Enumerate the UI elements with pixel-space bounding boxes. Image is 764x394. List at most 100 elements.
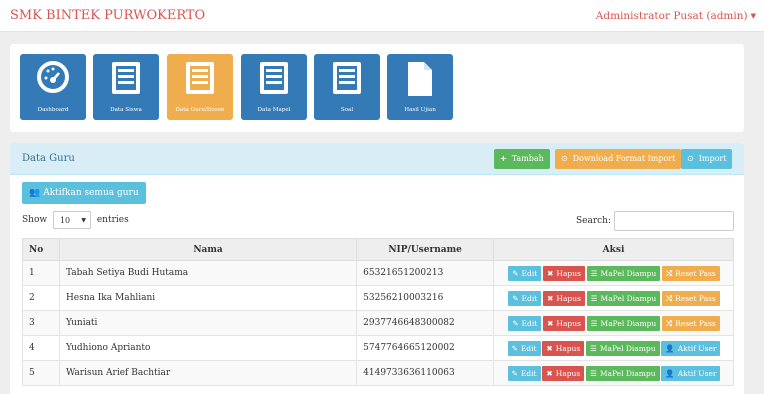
- edit-button[interactable]: ✎ Edit: [507, 340, 541, 356]
- reset-pass-button[interactable]: ⤭ Reset Pass: [662, 265, 720, 281]
- entries-label: entries: [96, 215, 129, 225]
- entries-select[interactable]: 10 ▼: [52, 211, 91, 229]
- import-label: Import: [698, 154, 727, 163]
- mapel-diampu-button[interactable]: ☰ MaPel Diampu: [586, 265, 661, 281]
- aktif-user-button[interactable]: 👤 Aktif User: [661, 365, 721, 381]
- cell-nip: 53256210003216: [356, 285, 495, 311]
- mapel-diampu-button[interactable]: ☰ MaPel Diampu: [586, 365, 660, 381]
- hapus-button[interactable]: ✖ Hapus: [543, 265, 585, 281]
- panel-title: Data Guru: [22, 153, 75, 164]
- list-icon: ☰: [590, 268, 598, 278]
- tile-data-siswa[interactable]: Data Siswa: [93, 54, 159, 120]
- cell-aksi: ✎ Edit ✖ Hapus ☰ MaPel Diampu ⤭ Reset Pass: [493, 285, 734, 311]
- import-button[interactable]: ⊙ Import: [681, 149, 733, 169]
- mapel-label: MaPel Diampu: [599, 343, 656, 353]
- hapus-button[interactable]: ✖ Hapus: [543, 290, 585, 306]
- col-nip[interactable]: NIP/Username: [356, 238, 495, 261]
- random-icon: ⤭: [666, 268, 673, 278]
- edit-button[interactable]: ✎ Edit: [508, 290, 542, 306]
- tile-data-mapel[interactable]: Data Mapel: [241, 54, 307, 120]
- table-row: 2 Hesna Ika Mahliani 53256210003216 ✎ Edi…: [22, 285, 734, 311]
- edit-label: Edit: [520, 368, 537, 378]
- col-aksi: Aksi: [493, 238, 734, 261]
- close-icon: ✖: [546, 343, 553, 353]
- list-icon: [331, 60, 363, 99]
- user-icon: 👤: [665, 368, 675, 378]
- cell-no: 3: [22, 310, 60, 336]
- tile-data-guru[interactable]: Data Guru/Dosen: [167, 54, 233, 120]
- mapel-label: MaPel Diampu: [600, 293, 657, 303]
- chevron-down-icon: ▼: [81, 217, 86, 224]
- cell-no: 1: [22, 260, 60, 286]
- cell-aksi: ✎ Edit ✖ Hapus ☰ MaPel Diampu 👤 Aktif User: [493, 335, 734, 361]
- random-icon: ⤭: [666, 318, 673, 328]
- tile-hasil-ujian[interactable]: Hasil Ujian: [387, 54, 453, 120]
- cell-no: 4: [22, 335, 60, 361]
- mapel-diampu-button[interactable]: ☰ MaPel Diampu: [586, 340, 660, 356]
- download-format-button[interactable]: ⊙ Download Format Import: [555, 149, 682, 169]
- panel-heading: Data Guru + Tambah ⊙ Download Format Impor…: [10, 143, 744, 175]
- plus-icon: +: [500, 154, 507, 163]
- col-no[interactable]: No: [22, 238, 60, 261]
- tile-soal[interactable]: Soal: [314, 54, 380, 120]
- reset-pass-button[interactable]: ⤭ Reset Pass: [662, 315, 720, 331]
- cell-no: 5: [22, 360, 60, 386]
- mapel-diampu-button[interactable]: ☰ MaPel Diampu: [586, 290, 661, 306]
- top-navbar: SMK BINTEK PURWOKERTO Administrator Pusa…: [0, 0, 764, 32]
- search-control: Search:: [576, 211, 734, 231]
- reset-label: Reset Pass: [675, 318, 716, 328]
- tile-dashboard[interactable]: Dashboard: [20, 54, 86, 120]
- search-input[interactable]: [614, 211, 734, 231]
- pencil-icon: ✎: [511, 368, 518, 378]
- user-icon: 👤: [665, 343, 675, 353]
- aktif-user-label: Aktif User: [677, 368, 717, 378]
- hapus-label: Hapus: [556, 318, 581, 328]
- edit-label: Edit: [520, 343, 537, 353]
- cell-nama: Hesna Ika Mahliani: [58, 285, 358, 311]
- edit-button[interactable]: ✎ Edit: [508, 315, 542, 331]
- list-icon: ☰: [590, 318, 598, 328]
- tambah-button[interactable]: + Tambah: [494, 149, 550, 169]
- cell-nip: 4149733636110063: [356, 360, 495, 386]
- tambah-label: Tambah: [511, 154, 544, 163]
- edit-button[interactable]: ✎ Edit: [508, 265, 542, 281]
- cell-nip: 65321651200213: [356, 260, 495, 286]
- download-label: Download Format Import: [572, 154, 676, 163]
- mapel-diampu-button[interactable]: ☰ MaPel Diampu: [586, 315, 661, 331]
- dashboard-icon: [36, 60, 70, 97]
- pencil-icon: ✎: [512, 268, 519, 278]
- tile-label: Soal: [340, 107, 354, 113]
- close-icon: ✖: [546, 368, 553, 378]
- col-nama[interactable]: Nama: [58, 238, 358, 261]
- user-menu[interactable]: Administrator Pusat (admin) ▼: [596, 10, 756, 22]
- aktifkan-semua-guru-button[interactable]: 👥 Aktifkan semua guru: [22, 182, 146, 204]
- aktif-user-label: Aktif User: [677, 343, 717, 353]
- mapel-label: MaPel Diampu: [599, 368, 656, 378]
- hapus-button[interactable]: ✖ Hapus: [542, 365, 585, 381]
- cell-nama: Yuniati: [58, 310, 358, 336]
- hapus-label: Hapus: [556, 293, 581, 303]
- table-row: 5 Warisun Arief Bachtiar 414973363611006…: [22, 360, 734, 386]
- tile-label: Data Siswa: [110, 107, 142, 113]
- search-label: Search:: [575, 216, 611, 226]
- pencil-icon: ✎: [512, 318, 519, 328]
- aktif-user-button[interactable]: 👤 Aktif User: [661, 340, 721, 356]
- mapel-label: MaPel Diampu: [600, 318, 657, 328]
- mapel-label: MaPel Diampu: [600, 268, 657, 278]
- cell-no: 2: [22, 285, 60, 311]
- hapus-button[interactable]: ✖ Hapus: [543, 315, 585, 331]
- table-header-row: No Nama NIP/Username Aksi: [22, 238, 734, 261]
- cell-nama: Warisun Arief Bachtiar: [58, 360, 358, 386]
- hapus-button[interactable]: ✖ Hapus: [542, 340, 585, 356]
- table-row: 3 Yuniati 2937746648300082 ✎ Edit ✖ Hapus …: [22, 310, 734, 336]
- close-icon: ✖: [547, 293, 554, 303]
- cell-nip: 5747764665120002: [356, 335, 495, 361]
- download-icon: ⊙: [561, 154, 568, 163]
- brand-title[interactable]: SMK BINTEK PURWOKERTO: [10, 8, 205, 23]
- list-icon: [110, 60, 142, 99]
- list-icon: ☰: [590, 293, 598, 303]
- reset-pass-button[interactable]: ⤭ Reset Pass: [662, 290, 720, 306]
- random-icon: ⤭: [666, 293, 673, 303]
- menu-tiles-panel: Dashboard Data Siswa Data Guru/Dosen Dat…: [10, 44, 744, 132]
- edit-button[interactable]: ✎ Edit: [507, 365, 541, 381]
